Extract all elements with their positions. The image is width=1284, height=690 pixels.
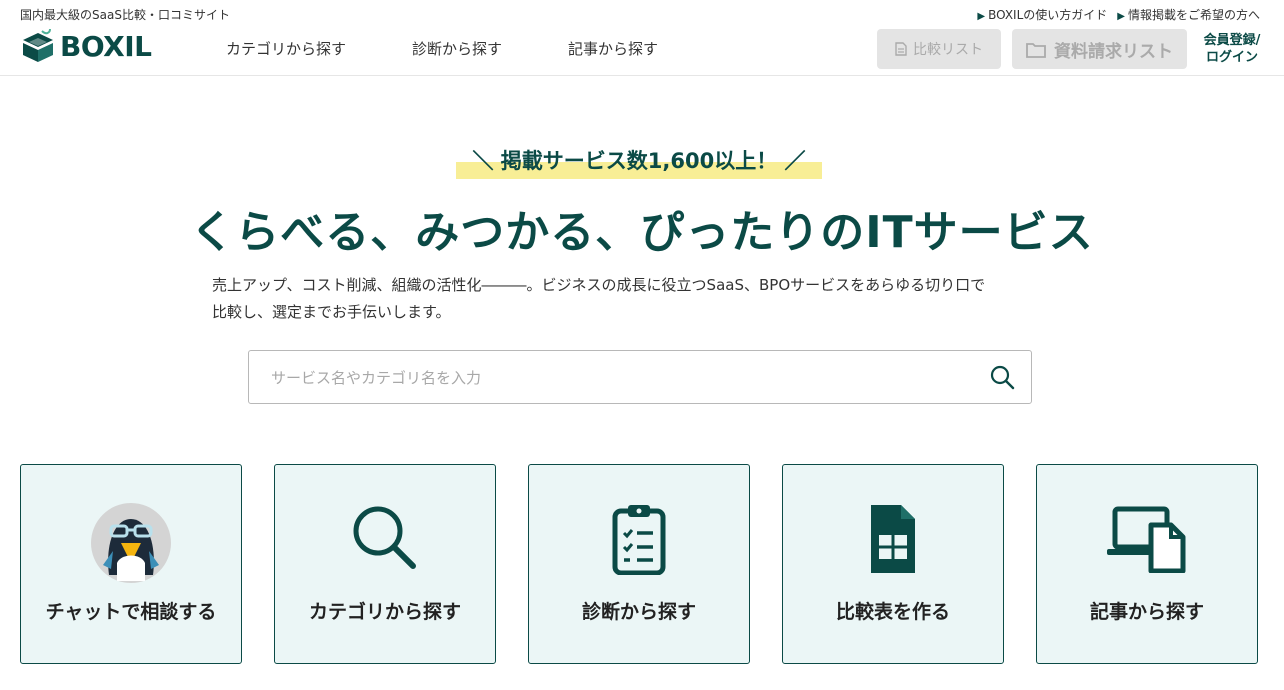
login-line-2: ログイン: [1205, 50, 1258, 65]
card-comparison-table[interactable]: 比較表を作る: [782, 464, 1004, 664]
search-icon[interactable]: [989, 364, 1015, 390]
service-count-badge: ＼ 掲載サービス数1,600以上！ ／: [456, 146, 822, 180]
listing-link-label: 情報掲載をご希望の方へ: [1127, 8, 1260, 22]
login-line-1: 会員登録/: [1203, 33, 1261, 48]
card-label: チャットで相談する: [45, 601, 217, 623]
folder-icon: [1026, 42, 1046, 58]
badge-text: ＼ 掲載サービス数1,600以上！ ／: [472, 149, 806, 173]
triangle-icon: ▶: [977, 11, 986, 22]
logo-text: BOXIL: [60, 30, 152, 63]
guide-link[interactable]: ▶ BOXILの使い方ガイド: [977, 6, 1107, 23]
top-links: ▶ BOXILの使い方ガイド ▶ 情報掲載をご希望の方へ: [977, 6, 1260, 23]
nav-category[interactable]: カテゴリから探す: [226, 38, 346, 59]
request-list-button[interactable]: 資料請求リスト: [1012, 29, 1187, 69]
card-articles[interactable]: 記事から探す: [1036, 464, 1258, 664]
card-icon-wrap: [275, 503, 495, 583]
card-icon-wrap: [783, 503, 1003, 583]
listing-link[interactable]: ▶ 情報掲載をご希望の方へ: [1117, 6, 1260, 23]
guide-link-label: BOXILの使い方ガイド: [988, 8, 1108, 22]
hero-description-line-1: 売上アップ、コスト削減、組織の活性化―――。ビジネスの成長に役立つSaaS、BP…: [212, 276, 986, 294]
site-tagline: 国内最大級のSaaS比較・口コミサイト: [20, 8, 230, 22]
card-icon-wrap: [1037, 503, 1257, 583]
card-chat-consult[interactable]: チャットで相談する: [20, 464, 242, 664]
card-label: 診断から探す: [581, 601, 696, 623]
clipboard-checklist-icon: [612, 505, 666, 575]
hero-headline: くらべる、みつかる、ぴったりのITサービス: [190, 207, 1094, 258]
card-label: 記事から探す: [1089, 601, 1204, 623]
request-list-label: 資料請求リスト: [1054, 41, 1173, 62]
site-header: 国内最大級のSaaS比較・口コミサイト BOXIL カテゴリから探す 診断から探…: [0, 0, 1284, 76]
nav-articles[interactable]: 記事から探す: [568, 38, 658, 59]
card-label: 比較表を作る: [835, 601, 950, 623]
hero-description-line-2: 比較し、選定までお手伝いします。: [212, 303, 451, 321]
card-icon-wrap: [529, 503, 749, 583]
laptop-document-icon: [1107, 506, 1186, 573]
search-input[interactable]: [271, 365, 971, 391]
triangle-icon: ▶: [1117, 11, 1125, 22]
card-diagnosis[interactable]: 診断から探す: [528, 464, 750, 664]
search-box: [248, 350, 1032, 404]
card-icon-wrap: [21, 503, 241, 583]
spreadsheet-doc-icon: [871, 505, 915, 573]
card-category-search[interactable]: カテゴリから探す: [274, 464, 496, 664]
boxil-logo-icon: [23, 29, 53, 62]
document-icon: [895, 42, 907, 56]
hero-description: 売上アップ、コスト削減、組織の活性化―――。ビジネスの成長に役立つSaaS、BP…: [212, 272, 1072, 326]
login-link[interactable]: 会員登録/ ログイン: [1198, 32, 1266, 66]
card-label: カテゴリから探す: [308, 601, 461, 623]
compare-list-button[interactable]: 比較リスト: [877, 29, 1001, 69]
magnifier-icon: [353, 506, 416, 569]
penguin-mascot-icon: [91, 503, 171, 583]
compare-list-label: 比較リスト: [913, 42, 983, 58]
nav-diagnosis[interactable]: 診断から探す: [412, 38, 502, 59]
boxil-logo[interactable]: BOXIL: [20, 28, 152, 66]
main-nav: カテゴリから探す 診断から探す 記事から探す: [226, 38, 658, 59]
